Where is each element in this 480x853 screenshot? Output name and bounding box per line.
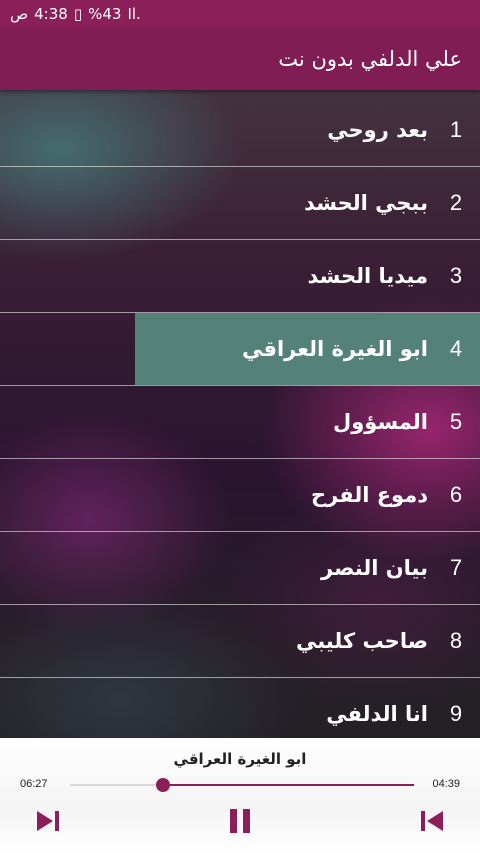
track-title: ميديا الحشد [307, 264, 428, 288]
track-title: بعد روحي [327, 118, 428, 142]
now-playing-title: ابو الغيرة العراقي [173, 750, 307, 768]
skip-prev-icon[interactable] [417, 806, 447, 836]
track-number: 7 [449, 555, 463, 580]
ampm-indicator: ص [10, 5, 29, 23]
track-row[interactable]: 6 دموع الفرح [0, 459, 480, 532]
track-number: 2 [449, 190, 463, 215]
track-title: ببجي الحشد [304, 191, 428, 215]
track-title: بيان النصر [321, 556, 428, 580]
total-time: 04:39 [432, 778, 460, 790]
track-number: 5 [449, 409, 463, 434]
track-number: 4 [449, 336, 463, 361]
seek-knob[interactable] [155, 778, 170, 792]
track-row[interactable]: 8 صاحب كليبي [0, 605, 480, 678]
app-bar: علي الدلفي بدون نت [0, 28, 480, 90]
track-row[interactable]: 1 بعد روحي [0, 94, 480, 167]
track-number: 6 [449, 482, 463, 507]
clock: 4:38 [34, 5, 68, 23]
track-row[interactable]: 2 ببجي الحشد [0, 167, 480, 240]
track-title: دموع الفرح [311, 483, 428, 507]
track-number: 1 [449, 117, 463, 142]
media-player: ابو الغيرة العراقي 06:27 04:39 [0, 738, 480, 853]
skip-next-icon[interactable] [33, 806, 63, 836]
track-number: 3 [449, 263, 463, 288]
seek-progress [162, 784, 414, 786]
track-row[interactable]: 7 بيان النصر [0, 532, 480, 605]
track-title: صاحب كليبي [295, 629, 428, 653]
elapsed-time: 06:27 [20, 778, 48, 790]
track-title: ابو الغيرة العراقي [241, 337, 428, 361]
seek-bar[interactable] [70, 778, 414, 792]
track-title: المسؤول [333, 410, 428, 434]
track-row[interactable]: 3 ميديا الحشد [0, 240, 480, 313]
track-row[interactable]: 5 المسؤول [0, 386, 480, 459]
track-number: 8 [449, 628, 463, 653]
track-list: 1 بعد روحي 2 ببجي الحشد 3 ميديا الحشد 4 ابو … [0, 94, 480, 751]
battery-icon: ▯ [73, 5, 83, 23]
status-bar: ص 4:38 ▯ %43 Il. [0, 0, 480, 28]
signal-icon: Il. [127, 5, 141, 23]
battery-percent: %43 [88, 5, 122, 23]
app-title: علي الدلفي بدون نت [278, 47, 462, 71]
pause-icon[interactable] [225, 806, 255, 836]
track-row[interactable]: 4 ابو الغيرة العراقي [0, 313, 480, 386]
